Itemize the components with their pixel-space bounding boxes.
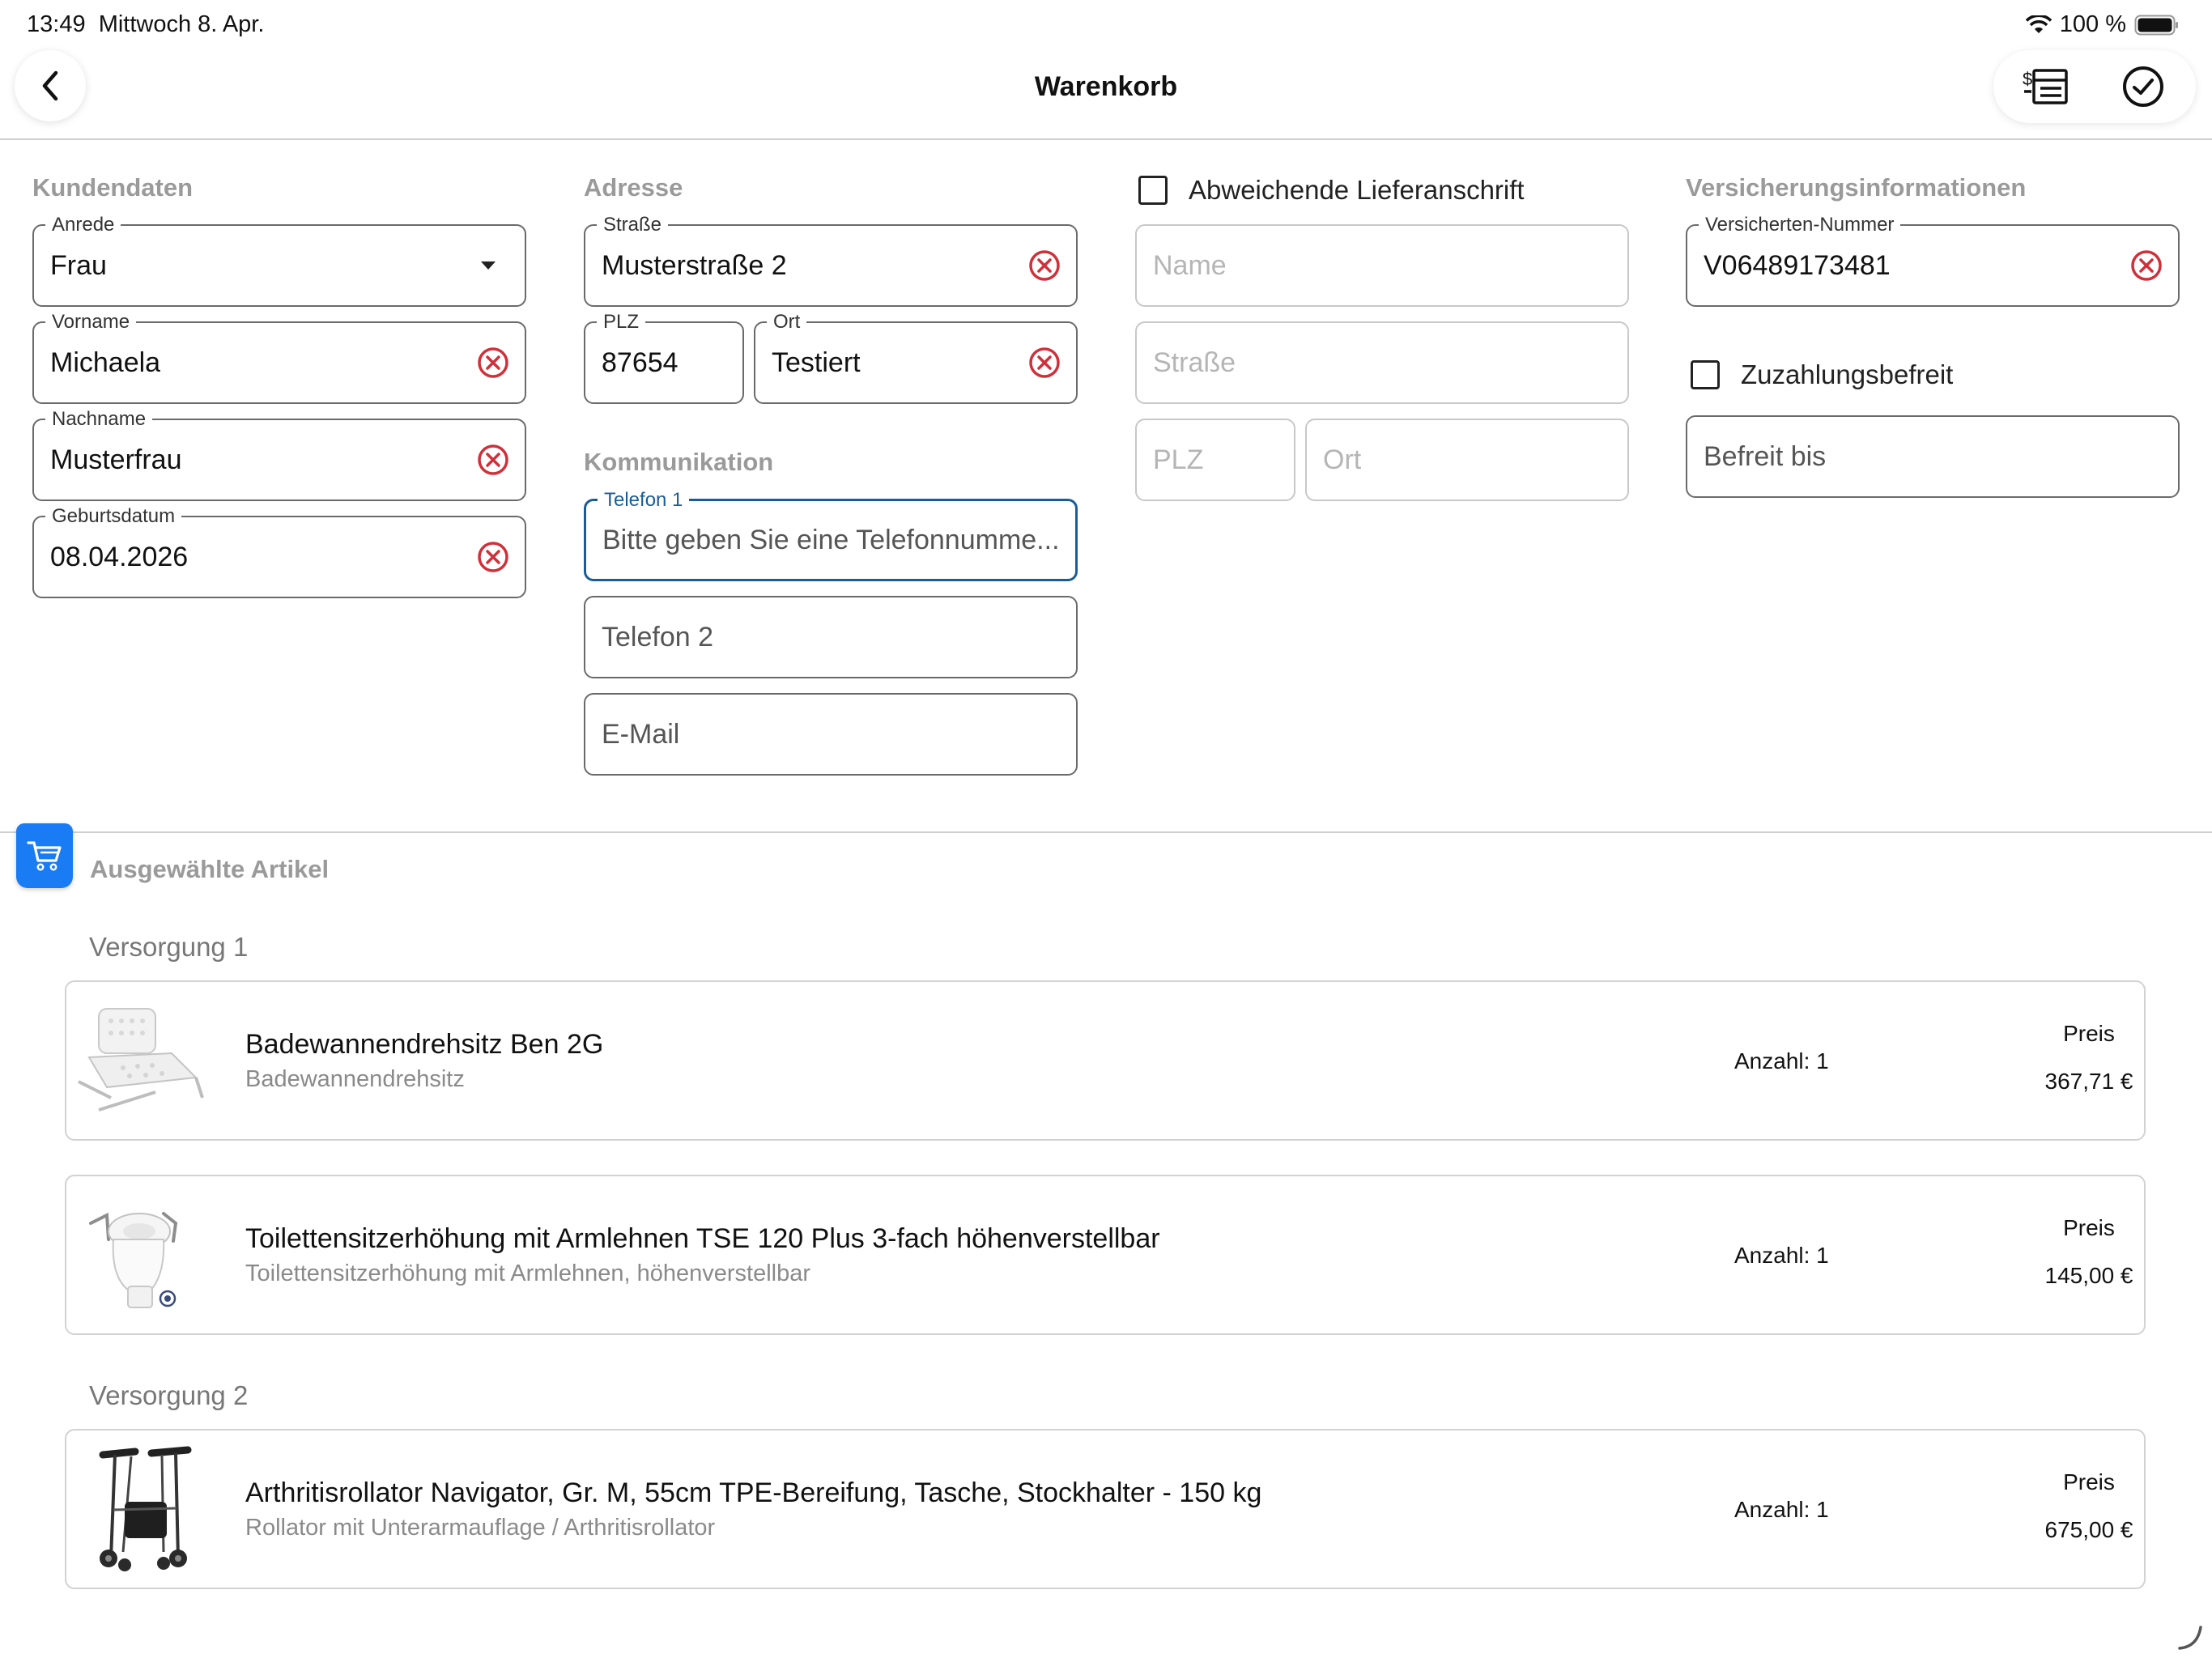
battery-percent: 100 % — [2059, 11, 2126, 37]
lieferanschrift-checkbox[interactable] — [1138, 176, 1168, 205]
shopping-cart-icon — [27, 841, 62, 871]
cart-badge — [16, 823, 73, 888]
clear-icon[interactable] — [476, 540, 510, 574]
clear-icon[interactable] — [1027, 249, 1061, 283]
item-price: 367,71 € — [2044, 1069, 2133, 1094]
cart-item[interactable]: Toilettensitzerhöhung mit Armlehnen TSE … — [65, 1175, 2146, 1335]
rollator-image — [99, 1446, 192, 1571]
status-clock: 13:49 — [27, 11, 86, 37]
battery-icon — [2134, 15, 2178, 35]
item-quantity: Anzahl: 1 — [1734, 1243, 1829, 1268]
item-price-label: Preis — [2063, 1215, 2115, 1240]
section-kundendaten: Kundendaten — [32, 173, 194, 202]
item-price: 145,00 € — [2044, 1263, 2133, 1288]
bath-seat-image — [78, 1008, 204, 1112]
dropdown-caret-icon — [481, 261, 496, 270]
strasse-value: Musterstraße 2 — [602, 249, 787, 281]
telefon1-field[interactable]: Telefon 1 Bitte geben Sie eine Telefonnu… — [584, 490, 1078, 581]
email-placeholder: E-Mail — [602, 718, 680, 750]
zuzahlung-checkbox[interactable] — [1691, 360, 1720, 389]
item-subtitle: Badewannendrehsitz — [245, 1066, 465, 1092]
header-divider — [0, 138, 2212, 140]
item-quantity: Anzahl: 1 — [1734, 1497, 1829, 1522]
versicherten-nummer-field[interactable]: Versicherten-Nummer V06489173481 — [1686, 215, 2180, 307]
telefon2-field[interactable]: Telefon 2 — [584, 596, 1078, 678]
vorname-field[interactable]: Vorname Michaela — [32, 312, 526, 404]
ort-field[interactable]: Ort Testiert — [754, 312, 1078, 404]
item-name: Arthritisrollator Navigator, Gr. M, 55cm… — [245, 1477, 1262, 1508]
section-versicherung: Versicherungsinformationen — [1686, 173, 2027, 202]
clear-icon[interactable] — [476, 443, 510, 477]
plz-value: 87654 — [602, 346, 678, 378]
zuzahlung-label: Zuzahlungsbefreit — [1741, 359, 1954, 389]
page-title: Warenkorb — [1034, 71, 1178, 102]
befreit-bis-placeholder: Befreit bis — [1704, 440, 1827, 472]
lieferanschrift-toggle[interactable]: Abweichende Lieferanschrift — [1138, 175, 1525, 206]
geburtsdatum-value: 08.04.2026 — [50, 541, 189, 572]
item-name: Badewannendrehsitz Ben 2G — [245, 1029, 604, 1060]
ort-value: Testiert — [772, 346, 861, 378]
nachname-field[interactable]: Nachname Musterfrau — [32, 409, 526, 501]
lieferanschrift-label: Abweichende Lieferanschrift — [1189, 175, 1525, 205]
item-name: Toilettensitzerhöhung mit Armlehnen TSE … — [245, 1223, 1160, 1254]
item-price-label: Preis — [2063, 1021, 2115, 1046]
group-label: Versorgung 1 — [89, 932, 249, 962]
group-label: Versorgung 2 — [89, 1380, 249, 1410]
section-adresse: Adresse — [584, 173, 683, 202]
item-price-label: Preis — [2063, 1469, 2115, 1494]
section-artikel: Ausgewählte Artikel — [90, 855, 330, 883]
check-circle-icon — [2123, 66, 2163, 107]
section-divider — [0, 831, 2212, 833]
liefer-name-field[interactable]: Name — [1135, 224, 1629, 307]
liefer-plz-placeholder: PLZ — [1153, 444, 1204, 475]
anrede-value: Frau — [50, 249, 107, 281]
telefon2-placeholder: Telefon 2 — [602, 621, 713, 653]
toilet-seat-image — [89, 1212, 178, 1308]
geburtsdatum-field[interactable]: Geburtsdatum 08.04.2026 — [32, 506, 526, 598]
item-price: 675,00 € — [2044, 1517, 2133, 1542]
telefon1-placeholder: Bitte geben Sie eine Telefonnumme... — [602, 524, 1060, 555]
item-subtitle: Toilettensitzerhöhung mit Armlehnen, höh… — [245, 1261, 811, 1286]
liefer-ort-placeholder: Ort — [1323, 444, 1362, 475]
item-quantity: Anzahl: 1 — [1734, 1048, 1829, 1073]
anrede-select[interactable]: Anrede Frau — [32, 215, 526, 307]
section-kommunikation: Kommunikation — [584, 448, 774, 476]
clear-icon[interactable] — [1027, 346, 1061, 380]
zuzahlung-toggle[interactable]: Zuzahlungsbefreit — [1691, 359, 1953, 390]
clear-icon[interactable] — [2129, 249, 2163, 283]
strasse-field[interactable]: Straße Musterstraße 2 — [584, 215, 1078, 307]
liefer-strasse-field[interactable]: Straße — [1135, 321, 1629, 404]
nav-actions: $ — [1993, 50, 2196, 123]
item-subtitle: Rollator mit Unterarmauflage / Arthritis… — [245, 1515, 716, 1541]
status-date: Mittwoch 8. Apr. — [98, 11, 265, 37]
resize-handle-icon[interactable] — [2176, 1624, 2204, 1652]
befreit-bis-field[interactable]: Befreit bis — [1686, 415, 2180, 498]
invoice-list-button[interactable]: $ — [2010, 60, 2082, 113]
clear-icon[interactable] — [476, 346, 510, 380]
versicherten-nummer-value: V06489173481 — [1704, 249, 1891, 281]
vorname-value: Michaela — [50, 346, 161, 378]
email-field[interactable]: E-Mail — [584, 693, 1078, 776]
invoice-list-icon: $ — [2023, 69, 2068, 104]
plz-field[interactable]: PLZ 87654 — [584, 312, 744, 404]
liefer-ort-field[interactable]: Ort — [1305, 419, 1629, 501]
nachname-value: Musterfrau — [50, 444, 182, 475]
wifi-icon — [2025, 15, 2052, 33]
svg-text:$: $ — [2023, 69, 2032, 89]
status-indicators: 100 % — [2025, 11, 2180, 38]
liefer-name-placeholder: Name — [1153, 249, 1227, 281]
cart-item[interactable]: Arthritisrollator Navigator, Gr. M, 55cm… — [65, 1429, 2146, 1589]
liefer-plz-field[interactable]: PLZ — [1135, 419, 1295, 501]
status-time: 13:49 Mittwoch 8. Apr. — [27, 11, 264, 38]
liefer-strasse-placeholder: Straße — [1153, 346, 1236, 378]
confirm-button[interactable] — [2107, 60, 2180, 113]
cart-item[interactable]: Badewannendrehsitz Ben 2G Badewannendreh… — [65, 980, 2146, 1141]
